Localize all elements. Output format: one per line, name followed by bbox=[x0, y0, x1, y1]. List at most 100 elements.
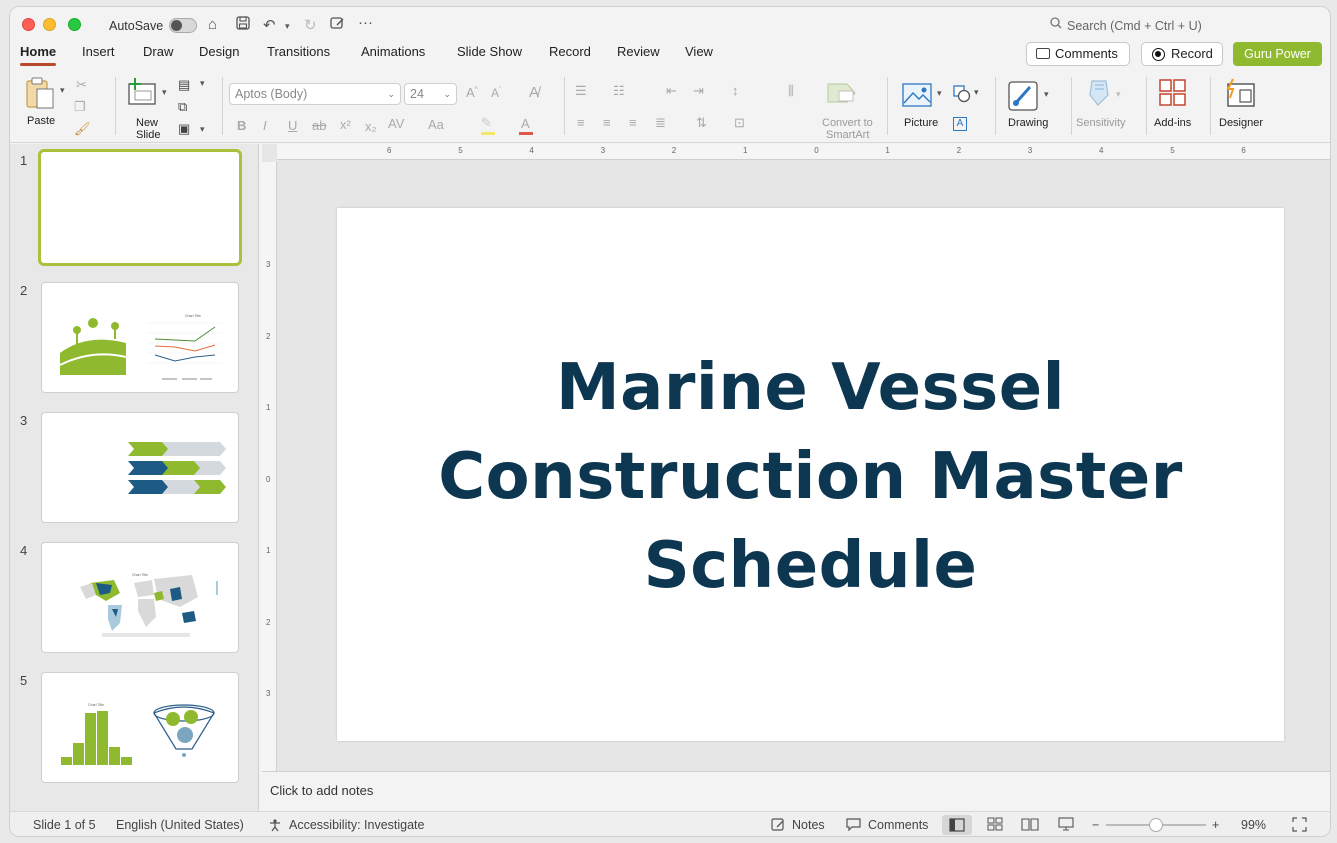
tab-design[interactable]: Design bbox=[199, 44, 239, 59]
addins-button[interactable] bbox=[1159, 79, 1187, 112]
guru-power-button[interactable]: Guru Power bbox=[1233, 42, 1322, 66]
new-slide-button[interactable] bbox=[127, 77, 159, 112]
cut-icon[interactable]: ✂ bbox=[76, 77, 87, 93]
slide-thumbnail-5[interactable]: Chart Title bbox=[41, 672, 239, 783]
home-icon[interactable]: ⌂ bbox=[208, 16, 217, 33]
zoom-slider-thumb[interactable] bbox=[1149, 818, 1163, 832]
columns-icon[interactable]: ⫼ bbox=[788, 83, 794, 99]
superscript-icon[interactable]: x² bbox=[340, 117, 351, 132]
more-options-icon[interactable]: ··· bbox=[358, 14, 373, 31]
increase-indent-icon[interactable]: ⇥ bbox=[693, 83, 704, 99]
drawing-button[interactable] bbox=[1008, 81, 1040, 116]
sensitivity-dropdown-icon[interactable]: ▾ bbox=[1116, 89, 1121, 100]
align-left-icon[interactable]: ≡ bbox=[577, 115, 585, 130]
shapes-dropdown-icon[interactable]: ▾ bbox=[974, 87, 979, 98]
subscript-icon[interactable]: x₂ bbox=[365, 119, 377, 134]
text-direction-icon[interactable]: ⇅ bbox=[696, 115, 707, 131]
align-right-icon[interactable]: ≡ bbox=[629, 115, 637, 130]
line-spacing-icon[interactable]: ↕ bbox=[732, 83, 739, 98]
designer-button[interactable] bbox=[1224, 78, 1256, 113]
font-size-select[interactable]: 24 ⌄ bbox=[404, 83, 457, 105]
comments-button[interactable]: Comments bbox=[1026, 42, 1130, 66]
slideshow-icon[interactable] bbox=[1058, 817, 1074, 834]
align-center-icon[interactable]: ≡ bbox=[603, 115, 611, 130]
tab-transitions[interactable]: Transitions bbox=[267, 44, 330, 59]
text-box-icon[interactable]: A bbox=[953, 117, 967, 131]
character-spacing-icon[interactable]: AV bbox=[388, 116, 404, 131]
font-color-icon[interactable]: A bbox=[521, 116, 530, 131]
strikethrough-icon[interactable]: ab bbox=[312, 118, 326, 133]
slide-thumbnail-1[interactable] bbox=[38, 149, 242, 266]
decrease-indent-icon[interactable]: ⇤ bbox=[666, 83, 677, 99]
font-name-select[interactable]: Aptos (Body) ⌄ bbox=[229, 83, 401, 105]
slide-sorter-icon[interactable] bbox=[987, 817, 1003, 834]
normal-view-button[interactable] bbox=[942, 815, 972, 835]
clear-formatting-icon[interactable]: A̸ bbox=[529, 84, 539, 101]
copy-icon[interactable]: ❐ bbox=[74, 99, 86, 115]
save-icon[interactable] bbox=[236, 16, 250, 34]
bullets-icon[interactable]: ☰ bbox=[575, 83, 587, 99]
reading-view-icon[interactable] bbox=[1021, 817, 1039, 834]
tab-insert[interactable]: Insert bbox=[82, 44, 115, 59]
drawing-dropdown-icon[interactable]: ▾ bbox=[1044, 89, 1049, 100]
tab-home[interactable]: Home bbox=[20, 44, 57, 66]
tab-draw[interactable]: Draw bbox=[143, 44, 173, 59]
decrease-font-size-icon[interactable]: Aˇ bbox=[491, 86, 501, 100]
close-window-button[interactable] bbox=[22, 18, 35, 31]
italic-icon[interactable]: I bbox=[263, 118, 267, 133]
bold-icon[interactable]: B bbox=[237, 118, 246, 133]
picture-button[interactable] bbox=[902, 83, 932, 112]
tab-slide-show[interactable]: Slide Show bbox=[457, 44, 522, 59]
highlight-icon[interactable]: ✎ bbox=[481, 115, 492, 131]
layout-dropdown-icon[interactable]: ▾ bbox=[200, 78, 205, 89]
slide-thumbnail-4[interactable]: Chart Title bbox=[41, 542, 239, 653]
align-text-icon[interactable]: ⊡ bbox=[734, 115, 745, 131]
numbering-icon[interactable]: ☷ bbox=[613, 83, 625, 99]
notes-pane[interactable]: Click to add notes bbox=[262, 771, 1330, 811]
fit-to-window-icon[interactable] bbox=[1292, 817, 1307, 835]
zoom-slider[interactable] bbox=[1106, 818, 1206, 832]
justify-icon[interactable]: ≣ bbox=[655, 115, 666, 131]
notes-icon[interactable] bbox=[771, 818, 785, 834]
sensitivity-button[interactable] bbox=[1086, 79, 1112, 112]
tab-review[interactable]: Review bbox=[617, 44, 660, 59]
section-icon[interactable]: ▣ bbox=[178, 121, 190, 137]
comments-toggle[interactable]: Comments bbox=[868, 818, 928, 832]
format-painter-icon[interactable]: 🖌 bbox=[74, 121, 91, 137]
shapes-icon[interactable] bbox=[953, 85, 971, 108]
layout-icon[interactable]: ▤ bbox=[178, 77, 190, 93]
undo-dropdown-icon[interactable]: ▾ bbox=[285, 21, 290, 32]
customize-icon[interactable] bbox=[330, 16, 345, 34]
redo-icon[interactable]: ↻ bbox=[304, 16, 317, 34]
paste-dropdown-icon[interactable]: ▾ bbox=[60, 85, 65, 96]
tab-record[interactable]: Record bbox=[549, 44, 591, 59]
new-slide-dropdown-icon[interactable]: ▾ bbox=[162, 87, 167, 98]
zoom-in-button[interactable]: + bbox=[1212, 818, 1219, 832]
tab-view[interactable]: View bbox=[685, 44, 713, 59]
notes-toggle[interactable]: Notes bbox=[792, 818, 825, 832]
zoom-out-button[interactable]: − bbox=[1092, 818, 1099, 832]
smartart-icon[interactable] bbox=[827, 81, 857, 110]
underline-icon[interactable]: U bbox=[288, 118, 297, 133]
language-status[interactable]: English (United States) bbox=[116, 818, 244, 832]
maximize-window-button[interactable] bbox=[68, 18, 81, 31]
minimize-window-button[interactable] bbox=[43, 18, 56, 31]
record-button[interactable]: Record bbox=[1141, 42, 1223, 66]
change-case-icon[interactable]: Aa bbox=[428, 117, 444, 132]
paste-button[interactable] bbox=[25, 77, 59, 114]
zoom-level[interactable]: 99% bbox=[1241, 818, 1266, 832]
reset-slide-icon[interactable]: ⧉ bbox=[178, 99, 187, 115]
picture-dropdown-icon[interactable]: ▾ bbox=[937, 88, 942, 99]
search-input[interactable]: Search (Cmd + Ctrl + U) bbox=[1067, 19, 1202, 33]
section-dropdown-icon[interactable]: ▾ bbox=[200, 124, 205, 135]
slide-thumbnail-2[interactable]: Chart Title bbox=[41, 282, 239, 393]
accessibility-icon[interactable] bbox=[268, 818, 282, 835]
slide-title[interactable]: Marine Vessel Construction Master Schedu… bbox=[337, 344, 1284, 611]
accessibility-status[interactable]: Accessibility: Investigate bbox=[289, 818, 424, 832]
slide-canvas[interactable]: Marine Vessel Construction Master Schedu… bbox=[337, 208, 1284, 741]
slide-thumbnail-3[interactable] bbox=[41, 412, 239, 523]
increase-font-size-icon[interactable]: A^ bbox=[466, 85, 478, 100]
tab-animations[interactable]: Animations bbox=[361, 44, 425, 59]
comments-status-icon[interactable] bbox=[846, 818, 861, 834]
undo-icon[interactable]: ↶ bbox=[263, 16, 276, 34]
